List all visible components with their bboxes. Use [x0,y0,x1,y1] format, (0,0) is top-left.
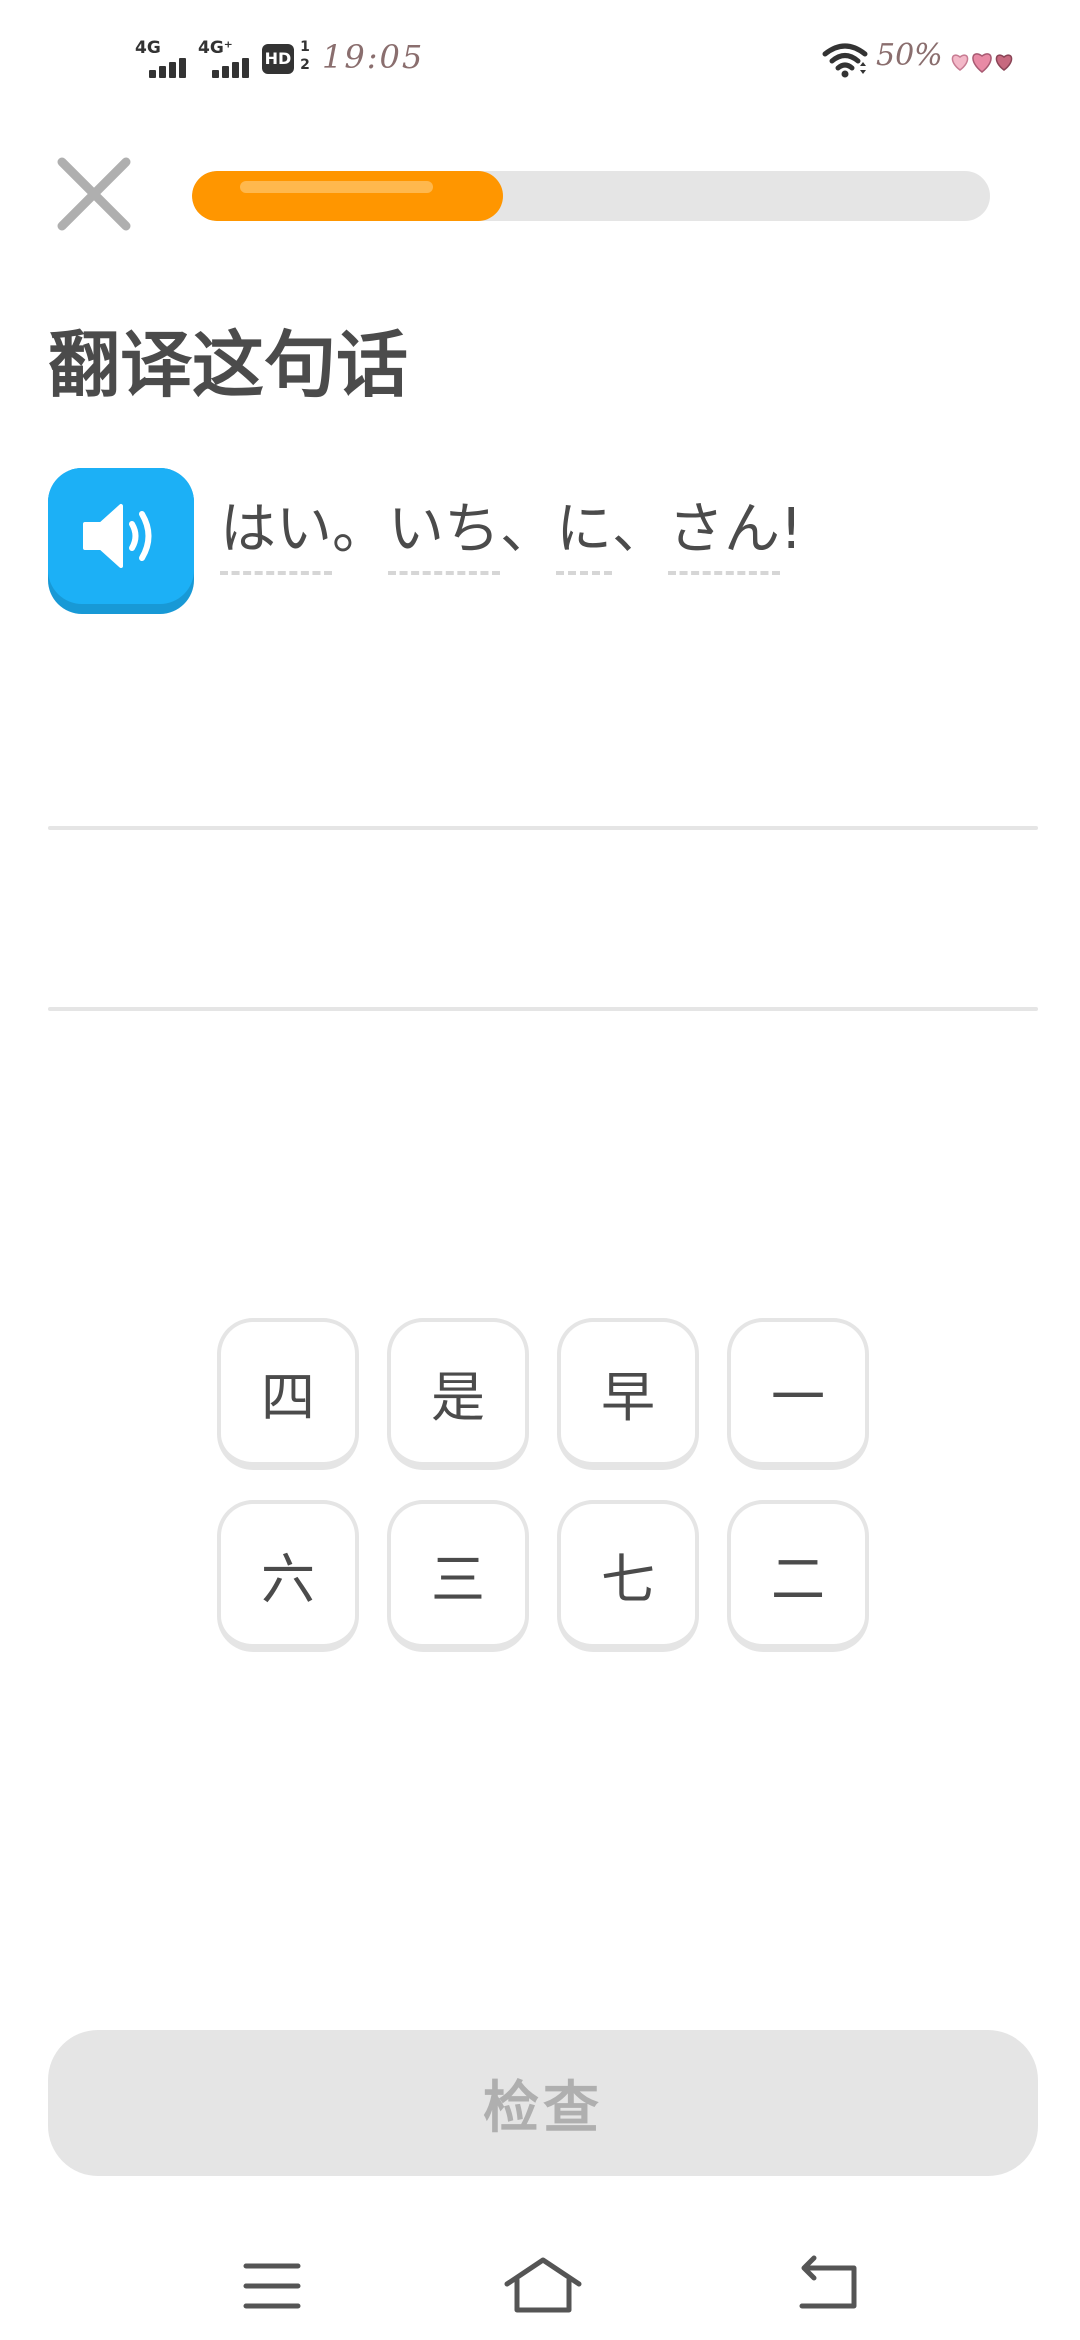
sentence-word[interactable]: に [556,495,612,575]
close-icon [57,157,131,231]
word-tile[interactable]: 三 [387,1500,529,1652]
sim-slot-1: 1 [300,39,310,55]
sentence-punctuation: 、 [612,497,668,562]
prompt-sentence: はい。いち、に、さん! [220,495,802,575]
word-tile[interactable]: 早 [557,1318,699,1470]
check-button[interactable]: 检查 [48,2030,1038,2176]
answer-line [48,826,1038,830]
word-tile[interactable]: 七 [557,1500,699,1652]
lesson-progress-bar [192,171,990,221]
progress-highlight [240,181,433,193]
battery-level: 50% [876,38,943,73]
sentence-punctuation: 、 [500,497,556,562]
page-title: 翻译这句话 [48,323,409,407]
word-tile[interactable]: 四 [217,1318,359,1470]
word-tile[interactable]: 六 [217,1500,359,1652]
word-tile[interactable]: 是 [387,1318,529,1470]
speaker-icon [83,504,152,568]
play-audio-button[interactable] [48,468,194,614]
signal-icon: 4G [135,38,195,80]
network-type-label: 4G [135,38,161,58]
sim-slot-2: 2 [300,57,310,73]
sentence-punctuation: 。 [332,497,388,562]
sim-slot-indicator: 1 2 [298,38,312,74]
word-tile[interactable]: 二 [727,1500,869,1652]
home-icon[interactable] [483,2246,603,2326]
status-time: 19:05 [322,38,425,76]
sentence-word[interactable]: はい [220,495,332,575]
network-type-label: 4G⁺ [198,38,233,58]
sentence-word[interactable]: さん [668,495,780,575]
hd-voice-icon: HD [262,44,294,74]
sentence-word[interactable]: いち [388,495,500,575]
close-button[interactable] [54,154,134,234]
back-icon[interactable] [768,2246,888,2326]
lesson-screen: 4G 4G⁺ HD 1 2 19:05 50% 翻译这句话 はい 。 いち 、 … [0,0,1080,2340]
sentence-punctuation: ! [780,497,803,562]
hearts-icon [951,53,1013,73]
wifi-icon [822,43,868,78]
lesson-progress-fill [192,171,503,221]
status-bar: 4G 4G⁺ HD 1 2 19:05 50% [0,0,1080,120]
signal-icon: 4G⁺ [198,38,258,80]
word-tile[interactable]: 一 [727,1318,869,1470]
answer-line [48,1007,1038,1011]
menu-icon[interactable] [212,2246,332,2326]
